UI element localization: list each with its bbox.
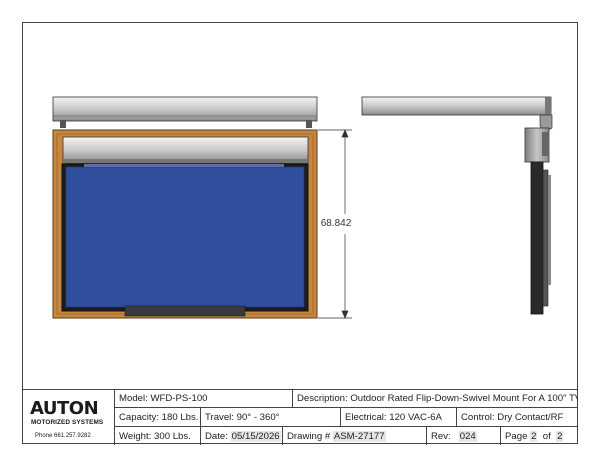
capacity-cell: Capacity: 180 Lbs. — [115, 408, 201, 426]
description-value: Outdoor Rated Flip-Down-Swivel Mount For… — [350, 393, 578, 404]
weight-cell: Weight: 300 Lbs. — [115, 427, 201, 445]
company-phone: Phone 661.257.9282 — [35, 433, 91, 439]
travel-value: 90° - 360° — [236, 411, 280, 423]
control-value: Dry Contact/RF — [497, 411, 564, 423]
weight-value: 300 Lbs. — [154, 430, 191, 442]
page-current: 2 — [530, 430, 538, 442]
model-value: WFD-PS-100 — [150, 393, 208, 404]
title-row-3: Weight: 300 Lbs. Date: 05/15/2026 Drawin… — [115, 427, 578, 445]
side-top-rail — [361, 96, 552, 116]
page-total: 2 — [556, 430, 564, 442]
side-view — [361, 96, 553, 315]
title-row-2: Capacity: 180 Lbs. Travel: 90° - 360° El… — [115, 408, 578, 427]
date-cell: Date: 05/15/2026 — [201, 427, 283, 445]
model-label: Model: — [119, 393, 148, 404]
front-view — [52, 96, 352, 319]
date-value: 05/15/2026 — [230, 430, 281, 442]
height-dimension-label: 68.842 — [320, 218, 352, 229]
description-cell: Description: Outdoor Rated Flip-Down-Swi… — [293, 390, 578, 407]
tv-screen — [65, 166, 305, 308]
title-row-1: Model: WFD-PS-100 Description: Outdoor R… — [115, 390, 578, 408]
title-block: AUTON MOTORIZED SYSTEMS Phone 661.257.92… — [23, 389, 578, 445]
page-of: of — [542, 430, 551, 442]
date-label: Date: — [205, 430, 228, 442]
tv-stand-bar — [124, 305, 246, 317]
electrical-label: Electrical: — [345, 411, 387, 423]
side-tv-panel — [530, 161, 544, 315]
company-logo: AUTON MOTORIZED SYSTEMS Phone 661.257.92… — [23, 390, 115, 445]
page-cell: Page 2 of 2 — [501, 427, 578, 445]
capacity-value: 180 Lbs. — [161, 411, 199, 423]
capacity-label: Capacity: — [119, 411, 159, 423]
electrical-cell: Electrical: 120 VAC-6A — [341, 408, 457, 426]
electrical-value: 120 VAC-6A — [389, 411, 442, 423]
travel-label: Travel: — [205, 411, 234, 423]
description-label: Description: — [297, 393, 348, 404]
drawing-number-label: Drawing # — [287, 430, 331, 442]
top-rail — [52, 96, 318, 122]
revision-label: Rev: — [431, 430, 451, 442]
revision-value: 024 — [458, 430, 477, 442]
control-label: Control: — [461, 411, 495, 423]
logo-tagline: MOTORIZED SYSTEMS — [31, 419, 104, 426]
drawing-number-cell: Drawing # ASM-27177 — [283, 427, 427, 445]
logo-wordmark: AUTON — [30, 398, 99, 419]
page-label: Page — [505, 430, 528, 442]
weight-label: Weight: — [119, 430, 152, 442]
control-cell: Control: Dry Contact/RF — [457, 408, 578, 426]
revision-cell: Rev: 024 — [427, 427, 501, 445]
model-cell: Model: WFD-PS-100 — [115, 390, 293, 407]
drawing-number-value: ASM-27177 — [332, 430, 386, 442]
travel-cell: Travel: 90° - 360° — [201, 408, 341, 426]
